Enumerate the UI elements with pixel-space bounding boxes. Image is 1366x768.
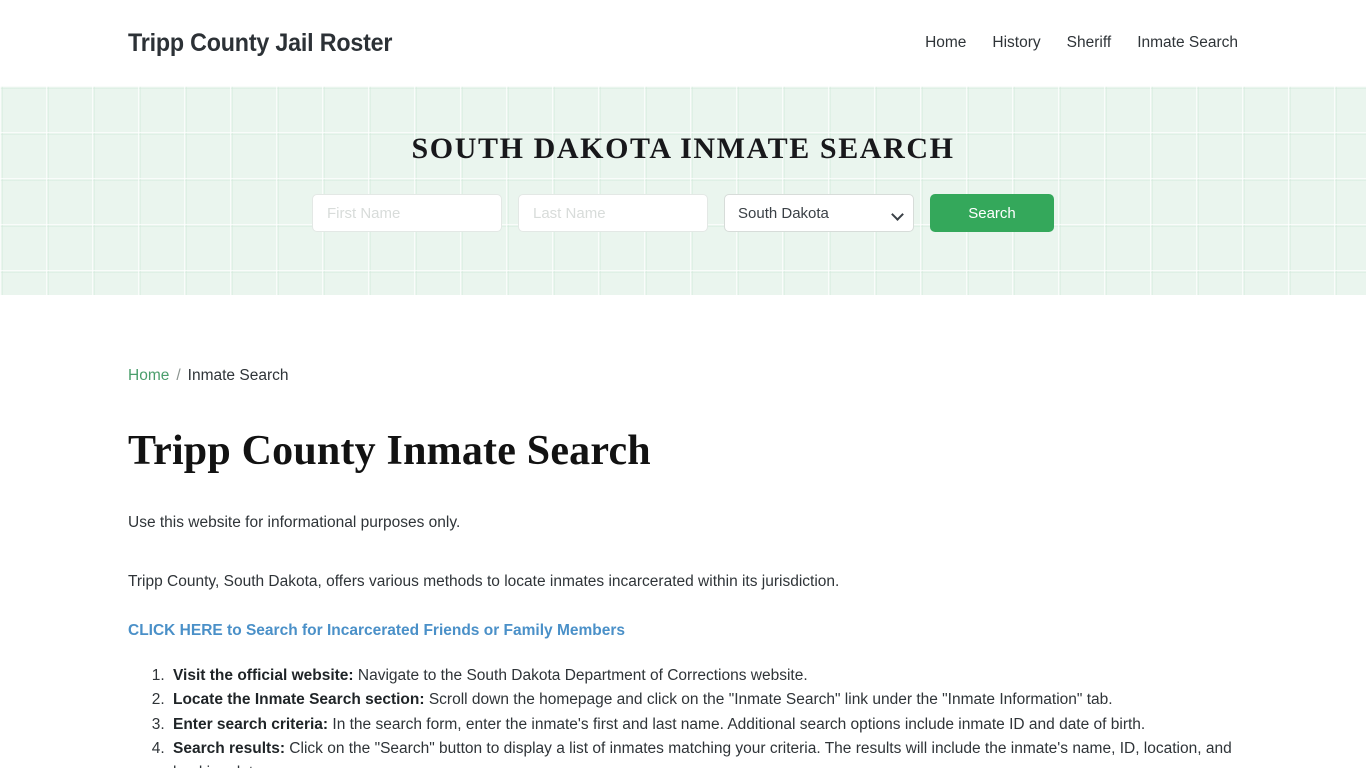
list-item: Locate the Inmate Search section: Scroll… [169,688,1238,712]
cta-search-link[interactable]: CLICK HERE to Search for Incarcerated Fr… [128,622,625,640]
instruction-steps-list: Visit the official website: Navigate to … [128,664,1238,768]
step-text: Scroll down the homepage and click on th… [424,691,1113,709]
list-item: Search results: Click on the "Search" bu… [169,737,1238,768]
step-text: Navigate to the South Dakota Department … [353,666,808,684]
state-select[interactable]: South Dakota [724,194,914,232]
first-name-input[interactable] [312,194,502,232]
hero-title: SOUTH DAKOTA INMATE SEARCH [411,132,955,165]
nav-item-sheriff[interactable]: Sheriff [1067,34,1112,52]
breadcrumb-item-home[interactable]: Home [128,367,169,385]
step-text: In the search form, enter the inmate's f… [328,715,1146,733]
breadcrumb-item-current: Inmate Search [187,367,289,384]
nav-item-inmate-search[interactable]: Inmate Search [1137,34,1238,52]
search-button[interactable]: Search [930,194,1054,232]
step-lead: Locate the Inmate Search section: [173,691,425,709]
site-logo-link[interactable]: Tripp County Jail Roster [128,29,392,58]
step-lead: Enter search criteria: [173,715,329,733]
page-content: Home / Inmate Search Tripp County Inmate… [0,367,1366,768]
hero-search-banner: SOUTH DAKOTA INMATE SEARCH South Dakota … [0,86,1366,295]
step-lead: Search results: [173,739,285,757]
state-select-wrapper: South Dakota [724,194,914,232]
page-title: Tripp County Inmate Search [128,428,651,474]
intro-paragraph-2: Tripp County, South Dakota, offers vario… [128,573,840,591]
inmate-search-form: South Dakota Search [312,194,1054,232]
breadcrumb: Home / Inmate Search [128,367,1238,385]
list-item: Enter search criteria: In the search for… [169,713,1238,737]
nav-item-home[interactable]: Home [925,34,966,52]
main-navigation: Home History Sheriff Inmate Search [925,34,1238,52]
step-lead: Visit the official website: [173,666,354,684]
intro-paragraph-1: Use this website for informational purpo… [128,514,461,531]
step-text: Click on the "Search" button to display … [173,739,1232,768]
nav-item-history[interactable]: History [992,34,1040,52]
list-item: Visit the official website: Navigate to … [169,664,1238,688]
site-header: Tripp County Jail Roster Home History Sh… [0,0,1366,86]
last-name-input[interactable] [518,194,708,232]
breadcrumb-separator: / [176,367,181,384]
